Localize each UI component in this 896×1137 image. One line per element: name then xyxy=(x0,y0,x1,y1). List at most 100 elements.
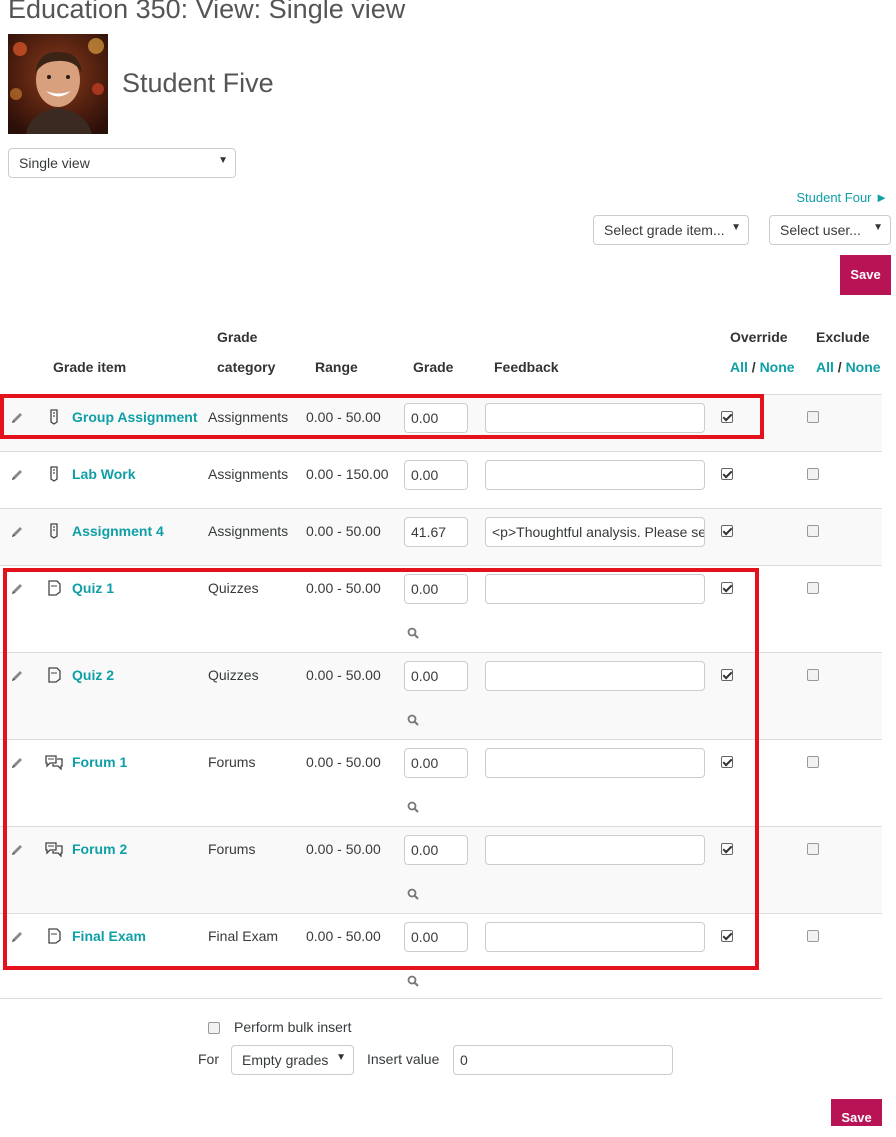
override-checkbox[interactable] xyxy=(721,669,733,681)
grade-item-link[interactable]: Final Exam xyxy=(72,928,146,944)
insert-value-input[interactable]: 0 xyxy=(453,1045,673,1075)
student-name: Student Five xyxy=(122,68,274,98)
page-title: Education 350: View: Single view xyxy=(8,0,406,24)
view-select[interactable]: Single view ▼ xyxy=(8,148,236,178)
quiz-icon xyxy=(47,667,61,686)
bulk-for-select-value: Empty grades xyxy=(242,1052,329,1068)
grade-category: Assignments xyxy=(208,466,289,482)
search-icon[interactable] xyxy=(407,626,419,642)
grade-input[interactable]: 0.00 xyxy=(404,661,468,691)
save-button-bottom[interactable]: Save xyxy=(831,1099,882,1126)
next-user-link[interactable]: Student Four ► xyxy=(796,190,888,205)
exclude-checkbox[interactable] xyxy=(807,756,819,768)
grade-input[interactable]: 0.00 xyxy=(404,835,468,865)
override-checkbox[interactable] xyxy=(721,756,733,768)
override-checkbox[interactable] xyxy=(721,468,733,480)
grade-input[interactable]: 0.00 xyxy=(404,403,468,433)
feedback-input[interactable]: <p>Thoughtful analysis. Please se xyxy=(485,517,705,547)
chevron-down-icon: ▼ xyxy=(731,222,741,233)
grade-item-link[interactable]: Forum 1 xyxy=(72,754,127,770)
user-select[interactable]: Select user... ▼ xyxy=(769,215,891,245)
edit-pencil-icon[interactable] xyxy=(10,582,24,599)
edit-pencil-icon[interactable] xyxy=(10,468,24,485)
exclude-none-link[interactable]: None xyxy=(846,359,881,375)
feedback-input[interactable] xyxy=(485,661,705,691)
grade-range: 0.00 - 50.00 xyxy=(306,409,381,425)
forum-icon xyxy=(45,841,63,860)
override-all-link[interactable]: All xyxy=(730,359,748,375)
feedback-input[interactable] xyxy=(485,403,705,433)
grade-input[interactable]: 0.00 xyxy=(404,748,468,778)
override-toggle-links: All / None xyxy=(730,359,795,375)
header-override: Override xyxy=(730,329,788,345)
feedback-input[interactable] xyxy=(485,574,705,604)
grade-category: Forums xyxy=(208,841,256,857)
assignment-icon xyxy=(47,466,61,485)
grade-item-link[interactable]: Quiz 2 xyxy=(72,667,114,683)
search-icon[interactable] xyxy=(407,800,419,816)
header-grade: Grade xyxy=(413,359,454,375)
edit-pencil-icon[interactable] xyxy=(10,525,24,542)
header-range: Range xyxy=(315,359,358,375)
search-icon[interactable] xyxy=(407,713,419,729)
grade-item-link[interactable]: Quiz 1 xyxy=(72,580,114,596)
separator: / xyxy=(837,359,842,375)
exclude-checkbox[interactable] xyxy=(807,930,819,942)
exclude-checkbox[interactable] xyxy=(807,582,819,594)
grade-input[interactable]: 41.67 xyxy=(404,517,468,547)
exclude-checkbox[interactable] xyxy=(807,468,819,480)
grade-item-select-value: Select grade item... xyxy=(604,222,725,238)
bulk-for-select[interactable]: Empty grades ▼ xyxy=(231,1045,354,1075)
exclude-toggle-links: All / None xyxy=(816,359,881,375)
assignment-icon xyxy=(47,523,61,542)
override-checkbox[interactable] xyxy=(721,930,733,942)
grade-range: 0.00 - 50.00 xyxy=(306,523,381,539)
grade-item-link[interactable]: Assignment 4 xyxy=(72,523,164,539)
edit-pencil-icon[interactable] xyxy=(10,930,24,947)
table-row: Quiz 1 Quizzes 0.00 - 50.00 0.00 xyxy=(0,565,882,652)
search-icon[interactable] xyxy=(407,887,419,903)
exclude-all-link[interactable]: All xyxy=(816,359,834,375)
grade-range: 0.00 - 50.00 xyxy=(306,754,381,770)
override-checkbox[interactable] xyxy=(721,411,733,423)
exclude-checkbox[interactable] xyxy=(807,525,819,537)
grade-range: 0.00 - 50.00 xyxy=(306,841,381,857)
header-grade-category-line2: category xyxy=(217,359,276,375)
override-none-link[interactable]: None xyxy=(760,359,795,375)
forum-icon xyxy=(45,754,63,773)
grade-item-link[interactable]: Forum 2 xyxy=(72,841,127,857)
grade-input[interactable]: 0.00 xyxy=(404,922,468,952)
feedback-input[interactable] xyxy=(485,922,705,952)
edit-pencil-icon[interactable] xyxy=(10,669,24,686)
grade-input[interactable]: 0.00 xyxy=(404,574,468,604)
grade-item-link[interactable]: Lab Work xyxy=(72,466,136,482)
header-feedback: Feedback xyxy=(494,359,559,375)
grade-input[interactable]: 0.00 xyxy=(404,460,468,490)
assignment-icon xyxy=(47,409,61,428)
feedback-input[interactable] xyxy=(485,835,705,865)
override-checkbox[interactable] xyxy=(721,582,733,594)
search-icon[interactable] xyxy=(407,974,419,990)
save-button-top[interactable]: Save xyxy=(840,255,891,295)
table-bottom-border xyxy=(0,998,882,999)
quiz-icon xyxy=(47,928,61,947)
grade-item-select[interactable]: Select grade item... ▼ xyxy=(593,215,749,245)
grade-item-link[interactable]: Group Assignment xyxy=(72,409,198,425)
exclude-checkbox[interactable] xyxy=(807,843,819,855)
header-grade-item: Grade item xyxy=(53,359,127,375)
feedback-input[interactable] xyxy=(485,748,705,778)
edit-pencil-icon[interactable] xyxy=(10,411,24,428)
override-checkbox[interactable] xyxy=(721,525,733,537)
grade-category: Final Exam xyxy=(208,928,279,944)
exclude-checkbox[interactable] xyxy=(807,669,819,681)
override-checkbox[interactable] xyxy=(721,843,733,855)
bulk-insert-checkbox[interactable] xyxy=(208,1022,220,1034)
view-select-value: Single view xyxy=(19,155,90,171)
edit-pencil-icon[interactable] xyxy=(10,756,24,773)
exclude-checkbox[interactable] xyxy=(807,411,819,423)
feedback-input[interactable] xyxy=(485,460,705,490)
header-exclude: Exclude xyxy=(816,329,870,345)
table-row: Forum 1 Forums 0.00 - 50.00 0.00 xyxy=(0,739,882,826)
chevron-down-icon: ▼ xyxy=(873,222,883,233)
edit-pencil-icon[interactable] xyxy=(10,843,24,860)
